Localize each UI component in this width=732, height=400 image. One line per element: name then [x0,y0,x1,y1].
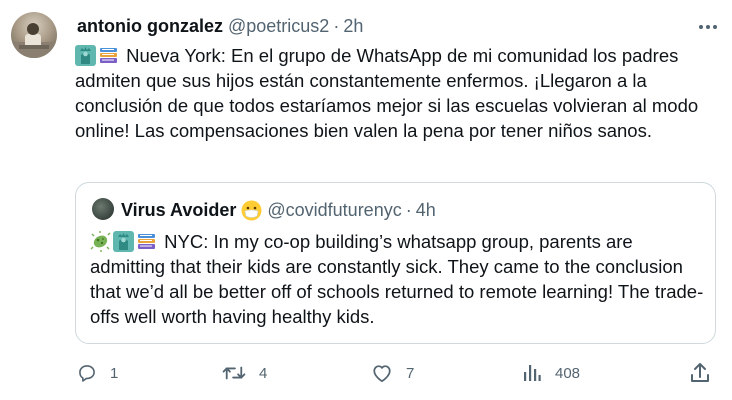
view-count: 408 [555,364,581,382]
reply-button[interactable]: 1 [77,358,118,388]
heart-icon [373,365,391,383]
author-avatar[interactable] [11,12,57,58]
tweet-actions-bar: 1 4 7 408 [0,358,732,388]
quoted-tweet-text: NYC: In my co-op building’s whatsapp gro… [90,231,704,327]
repost-button[interactable]: 4 [222,358,267,388]
statue-of-liberty-emoji-icon [75,45,96,66]
tweet-text: Nueva York: En el grupo de WhatsApp de m… [75,45,699,141]
quoted-tweet-header: Virus Avoider @covidfuturenyc · 4h [121,199,436,221]
repost-icon [222,366,246,380]
face-with-mask-emoji-icon [241,200,262,220]
avatar-photo [11,23,57,58]
repost-count: 4 [259,364,268,382]
quoted-tweet-body: NYC: In my co-op building’s whatsapp gro… [90,229,705,329]
reply-icon [79,365,95,382]
separator-dot: · [333,15,340,36]
author-handle[interactable]: @poetricus2 [228,16,329,37]
analytics-icon [524,365,541,381]
like-count: 7 [406,364,415,382]
share-button[interactable] [690,358,710,388]
author-name[interactable]: antonio gonzalez [77,16,223,37]
quoted-author-avatar[interactable] [92,198,114,220]
reply-count: 1 [110,364,119,382]
quoted-author-name: Virus Avoider [121,199,237,220]
quoted-tweet[interactable]: Virus Avoider @covidfuturenyc · 4h NYC: … [75,182,716,344]
tweet-timestamp[interactable]: 2h [343,16,363,37]
more-options-button[interactable] [696,15,720,39]
quoted-tweet-timestamp: 4h [415,199,436,220]
ellipsis-icon [699,25,717,29]
share-icon [691,363,709,382]
quoted-author-handle: @covidfuturenyc [267,199,402,220]
statue-of-liberty-emoji-icon [113,231,134,252]
tweet-header: antonio gonzalez @poetricus2 · 2h [77,15,363,37]
like-button[interactable]: 7 [371,358,414,388]
microbe-emoji-icon [90,231,111,252]
quoted-separator-dot: · [405,199,412,220]
tweet-body: Nueva York: En el grupo de WhatsApp de m… [75,43,715,143]
books-emoji-icon [100,48,117,63]
books-emoji-icon [138,234,155,249]
views-button[interactable]: 408 [522,358,580,388]
